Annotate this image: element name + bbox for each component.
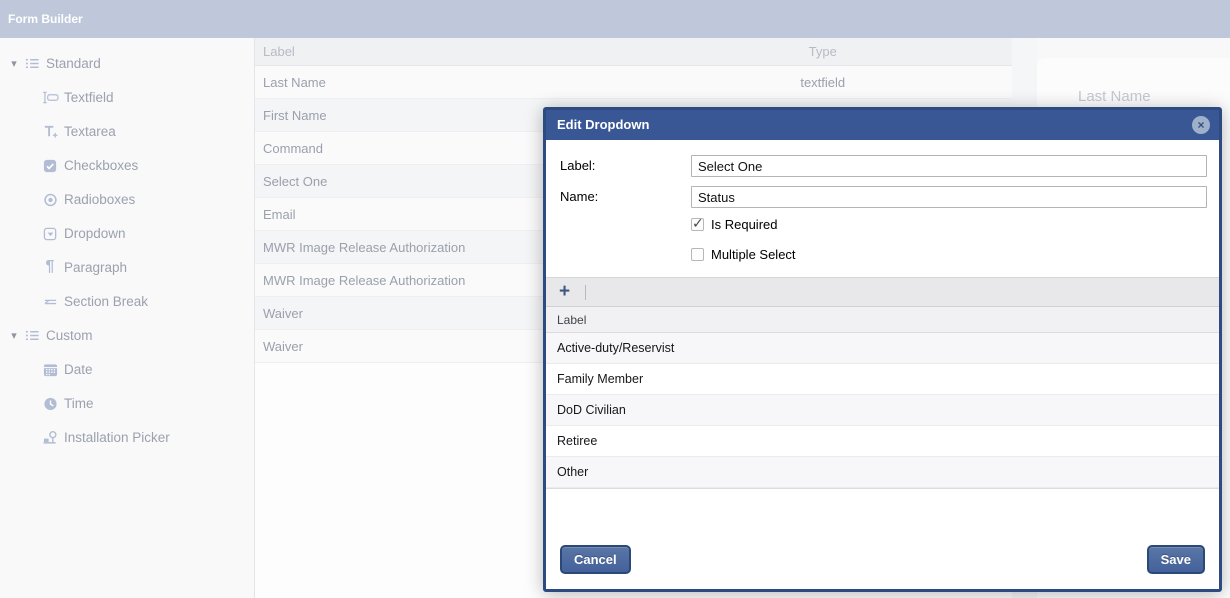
cancel-button[interactable]: Cancel [560,545,631,574]
paragraph-icon: ¶ [40,258,60,276]
clock-icon [40,396,60,411]
modal-form: Label: Name: Is Required Multiple Select [546,140,1219,262]
option-row[interactable]: Retiree [546,426,1219,457]
option-row[interactable]: Active-duty/Reservist [546,333,1219,364]
modal-header: Edit Dropdown × [546,110,1219,140]
sidebar-section-label: Custom [46,328,93,343]
calendar-icon [40,362,60,377]
dropdown-icon [40,226,60,241]
sidebar: ▾ Standard Textfield Textarea Checkboxes [0,38,255,598]
sidebar-item-label: Paragraph [64,260,127,275]
sidebar-item-date[interactable]: Date [0,352,254,386]
section-break-icon [40,294,60,309]
sidebar-item-textfield[interactable]: Textfield [0,80,254,114]
sidebar-item-section-break[interactable]: Section Break [0,284,254,318]
app-header: Form Builder [0,0,1230,38]
sidebar-item-label: Time [64,396,94,411]
sidebar-section-standard[interactable]: ▾ Standard [0,46,254,80]
radio-icon [40,192,60,207]
multiple-select-label: Multiple Select [711,247,796,262]
chevron-down-icon[interactable]: ▾ [6,329,22,342]
sidebar-item-label: Installation Picker [64,430,170,445]
add-option-button[interactable]: + [559,282,570,302]
field-type: textfield [634,75,1013,90]
sidebar-item-paragraph[interactable]: ¶ Paragraph [0,250,254,284]
sidebar-item-label: Dropdown [64,226,126,241]
sidebar-item-label: Section Break [64,294,148,309]
options-toolbar: + [546,277,1219,307]
option-row[interactable]: DoD Civilian [546,395,1219,426]
fields-table-header: Label Type [255,38,1012,66]
chevron-down-icon[interactable]: ▾ [6,57,22,70]
column-header-type: Type [634,44,1013,59]
save-button[interactable]: Save [1147,545,1205,574]
label-field[interactable] [691,155,1207,177]
close-icon[interactable]: × [1192,116,1210,134]
sidebar-item-label: Textfield [64,90,114,105]
sidebar-item-checkboxes[interactable]: Checkboxes [0,148,254,182]
sidebar-item-dropdown[interactable]: Dropdown [0,216,254,250]
component-tree: ▾ Standard Textfield Textarea Checkboxes [0,38,254,454]
list-icon [22,328,42,343]
installation-picker-icon [40,430,60,445]
preview-field-label: Last Name [1037,58,1230,105]
name-field[interactable] [691,186,1207,208]
sidebar-section-custom[interactable]: ▾ Custom [0,318,254,352]
sidebar-item-radioboxes[interactable]: Radioboxes [0,182,254,216]
label-field-label: Label: [560,155,691,177]
column-header-label: Label [255,44,634,59]
options-table: Label Active-duty/Reservist Family Membe… [546,307,1219,489]
sidebar-item-label: Textarea [64,124,116,139]
textfield-icon [40,91,60,104]
name-field-label: Name: [560,186,691,208]
table-row[interactable]: Last Nametextfield [255,66,1012,99]
modal-footer: Cancel Save [546,537,1219,589]
sidebar-item-label: Date [64,362,93,377]
list-icon [22,56,42,71]
sidebar-section-label: Standard [46,56,101,71]
options-column-header: Label [546,307,1219,333]
modal-title: Edit Dropdown [546,110,1219,132]
sidebar-item-time[interactable]: Time [0,386,254,420]
sidebar-item-installation-picker[interactable]: Installation Picker [0,420,254,454]
option-row[interactable]: Other [546,457,1219,488]
toolbar-separator [585,285,586,300]
page-title: Form Builder [0,0,1230,26]
sidebar-item-textarea[interactable]: Textarea [0,114,254,148]
sidebar-item-label: Radioboxes [64,192,135,207]
textarea-icon [40,124,60,139]
checkbox-icon [40,158,60,173]
field-label: Last Name [255,75,634,90]
multiple-select-checkbox[interactable] [691,248,704,261]
is-required-label: Is Required [711,217,777,232]
option-row[interactable]: Family Member [546,364,1219,395]
sidebar-item-label: Checkboxes [64,158,138,173]
edit-dropdown-modal: Edit Dropdown × Label: Name: Is Required… [543,107,1222,592]
is-required-checkbox[interactable] [691,218,704,231]
